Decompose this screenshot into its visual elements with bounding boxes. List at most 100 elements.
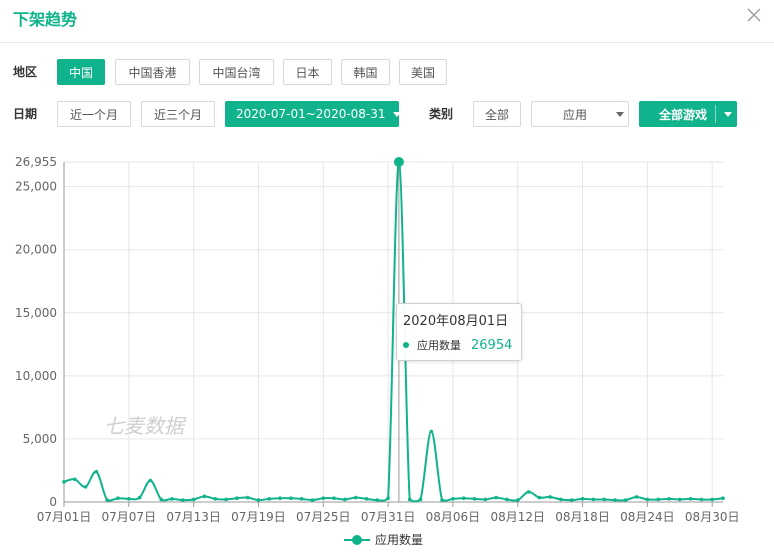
data-point xyxy=(181,498,185,502)
dialog-title: 下架趋势 xyxy=(13,10,78,29)
date-label: 日期 xyxy=(13,107,38,121)
data-point xyxy=(569,498,574,502)
region-option-korea[interactable]: 韩国 xyxy=(341,59,390,85)
x-tick-label: 08月12日 xyxy=(490,510,545,524)
data-point xyxy=(591,497,596,502)
y-tick-label: 26,955 xyxy=(15,155,57,169)
data-point xyxy=(224,497,228,502)
game-category-value: 全部游戏 xyxy=(659,107,708,122)
data-point xyxy=(677,497,682,502)
data-point xyxy=(451,497,455,501)
x-tick-label: 08月06日 xyxy=(426,510,481,524)
data-point xyxy=(613,498,617,502)
data-point xyxy=(429,429,434,434)
data-point xyxy=(515,498,520,502)
data-point xyxy=(386,496,390,501)
split-divider xyxy=(715,105,716,123)
data-point xyxy=(472,497,477,501)
data-point xyxy=(332,496,336,501)
data-point xyxy=(105,498,110,502)
x-tick-label: 08月24日 xyxy=(620,510,675,524)
data-point xyxy=(289,496,293,501)
data-point xyxy=(505,497,509,502)
x-tick-label: 07月01日 xyxy=(37,510,92,524)
trend-chart: 0 5,000 10,000 15,000 20,000 25,000 26,955 07月0… xyxy=(15,155,740,547)
data-point xyxy=(213,497,218,501)
data-point xyxy=(375,498,380,502)
region-option-taiwan[interactable]: 中国台湾 xyxy=(199,59,274,85)
data-point xyxy=(127,497,131,501)
date-range-picker[interactable]: 2020-07-01~2020-08-31 xyxy=(225,101,401,127)
data-point xyxy=(278,496,282,501)
data-point xyxy=(559,497,563,502)
y-tick-label: 15,000 xyxy=(15,306,57,320)
region-option-china[interactable]: 中国 xyxy=(57,59,105,85)
data-point xyxy=(548,495,552,499)
y-tick-label: 20,000 xyxy=(15,243,57,257)
data-point xyxy=(235,496,239,501)
last-three-months-button[interactable]: 近三个月 xyxy=(141,101,215,127)
y-tick-label: 5,000 xyxy=(23,432,57,446)
caret-down-icon xyxy=(392,111,401,117)
data-point xyxy=(721,496,725,501)
data-point xyxy=(137,495,142,500)
last-month-button[interactable]: 近一个月 xyxy=(57,101,131,127)
category-type-select[interactable]: 应用 xyxy=(531,101,629,127)
data-point xyxy=(364,497,369,501)
date-range-value: 2020-07-01~2020-08-31 xyxy=(236,107,386,121)
close-icon[interactable] xyxy=(746,7,762,23)
data-point xyxy=(83,485,88,489)
data-point xyxy=(667,497,671,501)
data-point xyxy=(343,497,347,502)
data-point xyxy=(688,497,693,501)
data-point xyxy=(494,495,498,500)
game-category-select[interactable]: 全部游戏 xyxy=(639,101,737,127)
data-point xyxy=(62,480,66,484)
data-point xyxy=(310,498,315,502)
tooltip-date: 2020年08月01日 xyxy=(403,314,509,329)
tooltip-series-name: 应用数量 xyxy=(417,339,461,352)
data-point xyxy=(623,498,628,502)
data-point xyxy=(353,495,358,500)
data-point xyxy=(116,496,120,501)
data-point xyxy=(483,497,488,502)
x-tick-label: 08月18日 xyxy=(555,510,610,524)
tooltip-series-dot xyxy=(403,342,409,348)
caret-down-icon xyxy=(616,112,624,117)
x-tick-label: 07月07日 xyxy=(102,510,157,524)
data-point xyxy=(321,496,326,501)
data-point xyxy=(94,469,99,474)
data-point xyxy=(526,490,531,494)
tooltip-value: 26954 xyxy=(471,337,513,353)
data-point xyxy=(73,477,77,482)
data-point xyxy=(580,497,585,501)
data-point xyxy=(245,495,250,500)
data-point xyxy=(634,495,639,499)
data-point xyxy=(602,497,606,502)
chart-tooltip: 2020年08月01日 应用数量 26954 xyxy=(396,303,522,361)
data-point xyxy=(170,497,174,501)
x-tick-label: 07月25日 xyxy=(296,510,351,524)
highlight-point xyxy=(393,157,404,168)
region-option-hongkong[interactable]: 中国香港 xyxy=(115,59,190,85)
data-point xyxy=(710,497,714,502)
data-point xyxy=(407,497,412,502)
region-option-japan[interactable]: 日本 xyxy=(283,59,332,85)
data-point xyxy=(299,497,304,501)
x-tick-label: 08月30日 xyxy=(685,510,740,524)
data-point xyxy=(440,498,444,502)
legend-label: 应用数量 xyxy=(375,532,423,547)
legend-marker xyxy=(352,535,362,545)
data-point xyxy=(191,497,196,502)
data-point xyxy=(159,497,164,502)
x-tick-label: 07月31日 xyxy=(361,510,416,524)
data-point xyxy=(267,497,272,501)
y-tick-label: 10,000 xyxy=(15,369,57,383)
category-all-button[interactable]: 全部 xyxy=(473,101,521,127)
data-point xyxy=(418,497,423,502)
x-tick-label: 07月19日 xyxy=(231,510,286,524)
region-option-usa[interactable]: 美国 xyxy=(399,59,447,85)
y-tick-label: 25,000 xyxy=(15,180,57,194)
data-point xyxy=(461,496,466,501)
data-point xyxy=(537,495,542,500)
